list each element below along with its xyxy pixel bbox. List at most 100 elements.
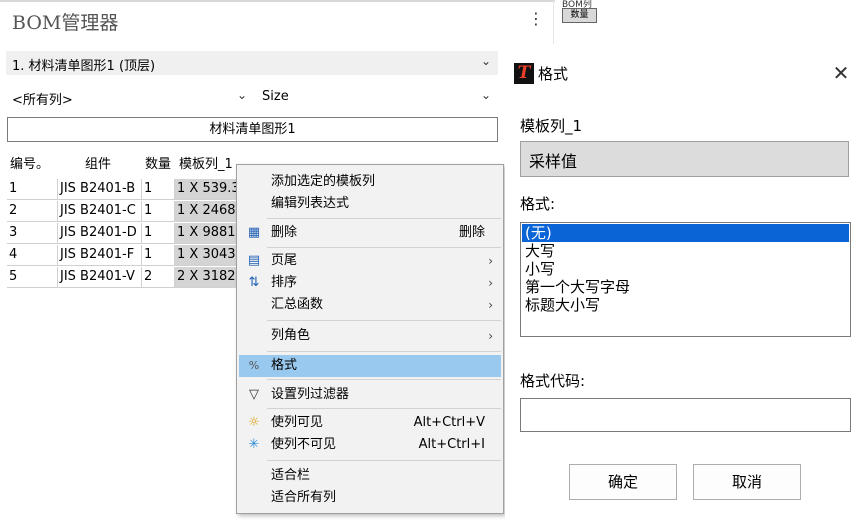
format-option-title-case[interactable]: 标题大小写 [522,296,849,314]
menu-item-shortcut: 删除 [458,225,485,240]
ok-button[interactable]: 确定 [569,464,677,500]
chevron-right-icon: › [488,298,493,312]
menu-item-label: 设置列过滤器 [271,387,350,402]
delete-column-icon: ▦ [247,225,261,240]
header-template[interactable]: 模板列_1 [179,155,233,176]
app-logo-icon: T [514,63,534,84]
filter-icon: ▽ [249,387,259,402]
row-no: 5 [7,267,57,288]
menu-separator [267,379,501,380]
menu-item-label: 使列不可见 [271,437,337,452]
drawing-select-value: 1. 材料清单图形1 (顶层) [12,59,156,74]
panel-top-border [0,0,555,2]
menu-item-label: 页尾 [271,253,298,268]
menu-item-label: 列角色 [271,328,311,343]
header-qty[interactable]: 数量 [145,155,171,176]
menu-item-format[interactable]: % 格式 [239,355,501,377]
menu-separator [267,247,501,248]
menu-item-column-filter[interactable]: ▽ 设置列过滤器 [239,384,501,406]
chevron-right-icon: › [488,276,493,290]
row-template-value: 1 X 9881. [175,223,239,244]
qty-column-button[interactable]: 数量 [562,8,597,23]
format-option-uppercase[interactable]: 大写 [522,242,849,260]
chevron-right-icon: › [488,329,493,343]
format-option-lowercase[interactable]: 小写 [522,260,849,278]
columns-select[interactable]: <所有列> ⌄ [6,85,254,109]
header-no[interactable]: 编号。 [10,155,49,176]
row-qty: 1 [142,201,175,222]
row-template-value: 2 X 31829 [175,267,239,288]
table-title: 材料清单图形1 [7,117,498,142]
chevron-down-icon: ⌄ [480,54,491,68]
sort-select-value: Size [262,89,289,104]
menu-item-fit-all-columns[interactable]: 适合所有列 [239,487,501,509]
menu-item-footer[interactable]: ▤ 页尾 › [239,250,501,272]
menu-item-make-visible[interactable]: ☼ 使列可见 Alt+Ctrl+V [239,412,501,434]
sample-value-text: 采样值 [529,152,578,171]
row-qty: 1 [142,245,175,266]
menu-item-label: 适合所有列 [271,490,337,505]
menu-separator [267,408,501,409]
columns-select-value: <所有列> [12,93,73,108]
menu-item-delete[interactable]: ▦ 删除 删除 [239,222,501,244]
row-qty: 1 [142,223,175,244]
menu-item-label: 添加选定的模板列 [271,174,376,189]
format-code-label: 格式代码: [520,372,586,390]
menu-separator [267,460,501,461]
format-listbox[interactable]: (无) 大写 小写 第一个大写字母 标题大小写 [520,222,851,337]
row-qty: 1 [142,179,175,200]
column-name-label: 模板列_1 [520,117,583,135]
dialog-title: 格式 [538,65,569,83]
format-option-none[interactable]: (无) [522,224,849,242]
menu-separator [267,218,501,219]
menu-item-aggregate[interactable]: 汇总函数 › [239,294,501,316]
panel-title: BOM管理器 [12,12,119,34]
menu-item-sort[interactable]: ⇅ 排序 › [239,272,501,294]
row-template-value: 1 X 3043. [175,245,239,266]
menu-separator [267,351,501,352]
menu-item-label: 使列可见 [271,415,324,430]
row-no: 2 [7,201,57,222]
footer-icon: ▤ [247,253,261,268]
sample-value-box: 采样值 [520,141,849,177]
row-qty: 2 [142,267,175,288]
chevron-down-icon: ⌄ [236,88,247,102]
menu-item-column-role[interactable]: 列角色 › [239,325,501,347]
cancel-button[interactable]: 取消 [693,464,801,500]
format-label: 格式: [520,195,556,213]
sort-select[interactable]: Size ⌄ [256,85,498,109]
chevron-down-icon: ⌄ [480,88,491,102]
menu-item-fit-column[interactable]: 适合栏 [239,465,501,487]
row-component: JIS B2401-F [57,245,142,266]
row-component: JIS B2401-D [57,223,142,244]
format-dialog: T 格式 ✕ 模板列_1 采样值 格式: (无) 大写 小写 第一个大写字母 标… [505,44,859,531]
format-percent-icon: % [248,359,260,372]
invisible-icon: ✳ [248,437,260,452]
menu-item-label: 排序 [271,275,298,290]
menu-item-label: 编辑列表达式 [271,196,350,211]
row-no: 4 [7,245,57,266]
menu-item-add-template-column[interactable]: 添加选定的模板列 [239,171,501,193]
menu-item-make-invisible[interactable]: ✳ 使列不可见 Alt+Ctrl+I [239,434,501,456]
row-no: 1 [7,179,57,200]
row-no: 3 [7,223,57,244]
column-context-menu: 添加选定的模板列 编辑列表达式 ▦ 删除 删除 ▤ 页尾 › ⇅ 排序 › 汇总… [236,164,504,514]
menu-item-shortcut: Alt+Ctrl+V [413,415,485,430]
menu-item-edit-expression[interactable]: 编辑列表达式 [239,193,501,215]
format-code-input[interactable] [520,398,851,432]
menu-item-label: 适合栏 [271,468,311,483]
menu-item-label: 删除 [271,225,298,240]
more-options-icon[interactable]: ⋮ [527,9,545,31]
menu-separator [267,320,501,321]
row-component: JIS B2401-B [57,179,142,200]
menu-item-label: 汇总函数 [271,297,324,312]
drawing-select[interactable]: 1. 材料清单图形1 (顶层) ⌄ [6,51,498,75]
header-component[interactable]: 组件 [85,155,111,176]
menu-item-shortcut: Alt+Ctrl+I [418,437,485,452]
row-template-value: 1 X 2468. [175,201,239,222]
menu-item-label: 格式 [271,358,298,373]
row-component: JIS B2401-C [57,201,142,222]
format-option-first-capital[interactable]: 第一个大写字母 [522,278,849,296]
close-icon[interactable]: ✕ [831,61,851,85]
row-component: JIS B2401-V [57,267,142,288]
